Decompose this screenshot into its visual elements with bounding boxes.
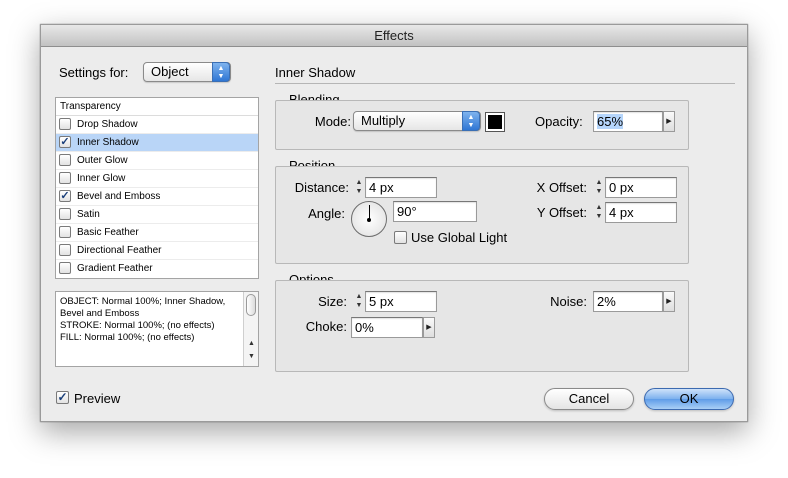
- effects-dialog: Effects Settings for: Object ▲ ▼ Transpar…: [40, 24, 748, 422]
- popup-arrows-icon: ▲ ▼: [212, 62, 230, 82]
- list-item-outer-glow[interactable]: Outer Glow: [56, 152, 258, 170]
- x-offset-value: 0 px: [609, 180, 634, 195]
- cancel-button[interactable]: Cancel: [544, 388, 634, 410]
- list-item-label: Bevel and Emboss: [77, 191, 161, 202]
- summary-line-fill: FILL: Normal 100%; (no effects): [60, 332, 195, 343]
- list-item-basic-feather[interactable]: Basic Feather: [56, 224, 258, 242]
- blend-mode-popup[interactable]: Multiply ▲ ▼: [353, 111, 481, 131]
- outer-glow-checkbox[interactable]: [59, 154, 71, 166]
- x-offset-stepper-icon[interactable]: ▲ ▼: [593, 178, 605, 198]
- list-item-label: Drop Shadow: [77, 119, 138, 130]
- summary-scrollbar[interactable]: ▲ ▼: [243, 292, 258, 366]
- ok-button[interactable]: OK: [644, 388, 734, 410]
- opacity-value: 65%: [597, 114, 624, 129]
- panel-title-divider: [275, 83, 735, 84]
- basic-feather-checkbox[interactable]: [59, 226, 71, 238]
- angle-value: 90°: [397, 204, 417, 219]
- mode-label: Mode:: [314, 114, 351, 129]
- shadow-color-swatch[interactable]: [485, 112, 505, 132]
- angle-dial[interactable]: [351, 201, 387, 237]
- list-item-inner-glow[interactable]: Inner Glow: [56, 170, 258, 188]
- popup-arrows-icon: ▲ ▼: [462, 111, 480, 131]
- size-field[interactable]: 5 px: [365, 291, 437, 312]
- inner-glow-checkbox[interactable]: [59, 172, 71, 184]
- scroll-up-icon[interactable]: ▲: [244, 338, 259, 350]
- drop-shadow-checkbox[interactable]: [59, 118, 71, 130]
- list-item-label: Satin: [77, 209, 100, 220]
- global-light-checkbox[interactable]: [394, 231, 407, 244]
- noise-label: Noise:: [550, 294, 587, 309]
- angle-label: Angle:: [308, 206, 345, 221]
- satin-checkbox[interactable]: [59, 208, 71, 220]
- list-item-label: Gradient Feather: [77, 263, 153, 274]
- list-item-bevel-emboss[interactable]: ✓ Bevel and Emboss: [56, 188, 258, 206]
- y-offset-value: 4 px: [609, 205, 634, 220]
- choke-value: 0%: [355, 320, 374, 335]
- y-offset-stepper-icon[interactable]: ▲ ▼: [593, 203, 605, 223]
- y-offset-field[interactable]: 4 px: [605, 202, 677, 223]
- noise-flyout-icon[interactable]: ▶: [663, 291, 675, 312]
- choke-field[interactable]: 0%: [351, 317, 423, 338]
- list-item-label: Directional Feather: [77, 245, 162, 256]
- list-item-gradient-feather[interactable]: Gradient Feather: [56, 260, 258, 278]
- dialog-title: Effects: [41, 25, 747, 47]
- scrollbar-thumb[interactable]: [246, 294, 256, 316]
- settings-for-value: Object: [151, 64, 189, 79]
- list-item-label: Outer Glow: [77, 155, 128, 166]
- list-item-drop-shadow[interactable]: Drop Shadow: [56, 116, 258, 134]
- opacity-flyout-icon[interactable]: ▶: [663, 111, 675, 132]
- gradient-feather-checkbox[interactable]: [59, 262, 71, 274]
- effects-list: Transparency Drop Shadow ✓ Inner Shadow …: [55, 97, 259, 279]
- panel-title: Inner Shadow: [275, 65, 356, 80]
- distance-stepper-icon[interactable]: ▲ ▼: [353, 178, 365, 198]
- distance-field[interactable]: 4 px: [365, 177, 437, 198]
- blend-mode-value: Multiply: [361, 113, 406, 128]
- size-value: 5 px: [369, 294, 394, 309]
- color-chip: [488, 115, 502, 129]
- list-item-directional-feather[interactable]: Directional Feather: [56, 242, 258, 260]
- bevel-emboss-checkbox[interactable]: ✓: [59, 190, 71, 202]
- summary-line-object: OBJECT: Normal 100%; Inner Shadow, Bevel…: [60, 296, 226, 319]
- list-item-label: Basic Feather: [77, 227, 139, 238]
- dial-center: [367, 218, 371, 222]
- list-item-label: Inner Shadow: [77, 137, 139, 148]
- list-item-label: Inner Glow: [77, 173, 126, 184]
- choke-label: Choke:: [305, 319, 347, 334]
- settings-for-popup[interactable]: Object ▲ ▼: [143, 62, 231, 82]
- preview-checkbox[interactable]: ✓: [56, 391, 69, 404]
- distance-value: 4 px: [369, 180, 394, 195]
- angle-field[interactable]: 90°: [393, 201, 477, 222]
- opacity-field[interactable]: 65%: [593, 111, 663, 132]
- list-item-transparency[interactable]: Transparency: [56, 98, 258, 116]
- x-offset-field[interactable]: 0 px: [605, 177, 677, 198]
- list-item-satin[interactable]: Satin: [56, 206, 258, 224]
- effects-summary: OBJECT: Normal 100%; Inner Shadow, Bevel…: [55, 291, 259, 367]
- size-label: Size:: [318, 294, 347, 309]
- noise-field[interactable]: 2%: [593, 291, 663, 312]
- settings-for-label: Settings for:: [59, 65, 129, 80]
- directional-feather-checkbox[interactable]: [59, 244, 71, 256]
- preview-label: Preview: [74, 391, 121, 406]
- summary-line-stroke: STROKE: Normal 100%; (no effects): [60, 320, 215, 331]
- inner-shadow-checkbox[interactable]: ✓: [59, 136, 71, 148]
- choke-flyout-icon[interactable]: ▶: [423, 317, 435, 338]
- y-offset-label: Y Offset:: [536, 205, 587, 220]
- list-item-inner-shadow[interactable]: ✓ Inner Shadow: [56, 134, 258, 152]
- size-stepper-icon[interactable]: ▲ ▼: [353, 292, 365, 312]
- distance-label: Distance:: [294, 180, 349, 195]
- opacity-label: Opacity:: [535, 114, 583, 129]
- scroll-down-icon[interactable]: ▼: [244, 351, 259, 363]
- noise-value: 2%: [597, 294, 616, 309]
- global-light-label: Use Global Light: [411, 230, 508, 245]
- x-offset-label: X Offset:: [536, 180, 587, 195]
